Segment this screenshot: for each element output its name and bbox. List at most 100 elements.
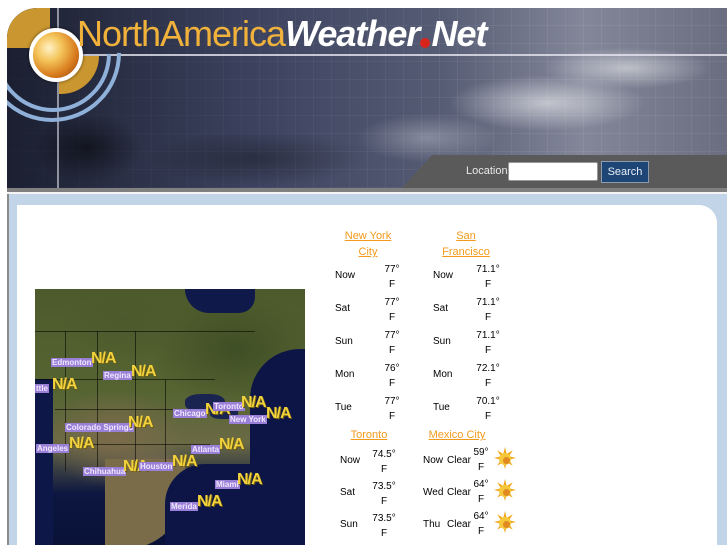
search-button[interactable]: Search [601, 161, 649, 183]
temp-value: 71.1° [476, 297, 500, 308]
forecast-condition: Clear [447, 455, 471, 466]
map-city-seattle[interactable]: ttle [35, 384, 49, 393]
globe-logo-icon [29, 28, 83, 82]
temp-unit: F [388, 312, 396, 323]
temp-unit: F [477, 494, 485, 505]
temp-unit: F [380, 528, 388, 539]
logo-red-dot [420, 38, 431, 48]
forecast-day-label: Now [340, 455, 361, 466]
forecast-temperature: 77° F [378, 295, 406, 325]
temp-unit: F [388, 411, 396, 422]
city-link-line: Francisco [442, 246, 490, 258]
temp-value: 77° [384, 396, 400, 407]
temp-value: 70.1° [476, 396, 500, 407]
forecast-temperature: 64° F [471, 477, 491, 507]
temp-value: 77° [384, 330, 400, 341]
map-value-merida: N/A [197, 493, 223, 510]
temp-value: 71.1° [476, 264, 500, 275]
forecast-day-label: Sat [335, 303, 351, 314]
temp-unit: F [477, 462, 485, 473]
forecast-day-label: Sun [340, 519, 358, 530]
forecast-temperature: 76° F [378, 361, 406, 391]
forecast-day-label: Sun [335, 336, 353, 347]
temp-value: 77° [384, 264, 400, 275]
map-city-regina[interactable]: Regina [103, 371, 132, 380]
forecast-temperature: 59° F [471, 445, 491, 475]
temp-unit: F [388, 345, 396, 356]
city-link-toronto[interactable]: Toronto [340, 427, 398, 443]
temp-unit: F [380, 496, 388, 507]
forecast-day-label: Mon [335, 369, 355, 380]
city-link-line: City [358, 246, 378, 258]
temp-value: 74.5° [372, 449, 396, 460]
map-city-toronto[interactable]: Toronto [213, 402, 245, 411]
map-value-atlanta: N/A [219, 436, 245, 453]
forecast-day-label: Thu [423, 519, 441, 530]
city-link-new-york-city[interactable]: New York City [338, 228, 398, 260]
sun-icon [494, 511, 516, 533]
temp-unit: F [380, 464, 388, 475]
forecast-temperature: 72.1° F [474, 361, 502, 391]
temp-value: 71.1° [476, 330, 500, 341]
forecast-day-label: Sun [433, 336, 451, 347]
city-link-line: San [456, 230, 476, 242]
map-city-edmonton[interactable]: Edmonton [51, 358, 93, 367]
forecast-condition: Clear [447, 519, 471, 530]
pacific-ocean [35, 379, 53, 545]
temp-unit: F [388, 378, 396, 389]
temp-unit: F [484, 279, 492, 290]
temp-value: 59° [473, 447, 489, 458]
map-city-merida[interactable]: Merida [170, 502, 198, 511]
forecast-day-label: Sat [433, 303, 449, 314]
north-america-weather-map[interactable]: Edmonton N/A Regina N/A ttle N/A Chicago… [35, 289, 305, 545]
map-city-colorado-springs[interactable]: Colorado Springs [65, 423, 135, 432]
frame-left-edge [7, 194, 9, 545]
map-value-houston: N/A [172, 453, 198, 470]
forecast-temperature: 77° F [378, 394, 406, 424]
temp-unit: F [484, 312, 492, 323]
forecast-day-label: Tue [335, 402, 352, 413]
forecast-day-label: Tue [433, 402, 450, 413]
city-link-san-francisco[interactable]: San Francisco [436, 228, 496, 260]
temp-value: 73.5° [372, 513, 396, 524]
forecast-day-label: Now [423, 455, 444, 466]
forecast-temperature: 73.5° F [370, 479, 398, 509]
forecast-day-label: Mon [433, 369, 453, 380]
map-value-new-york: N/A [266, 405, 292, 422]
forecast-temperature: 71.1° F [474, 328, 502, 358]
map-value-regina: N/A [131, 363, 157, 380]
logo-text-net: Net [431, 13, 487, 54]
logo-text-weather: Weather [285, 13, 420, 54]
location-input[interactable] [508, 162, 598, 181]
temp-value: 77° [384, 297, 400, 308]
temp-unit: F [484, 411, 492, 422]
location-label: Location [466, 165, 508, 177]
map-city-chihuahua[interactable]: Chihuahua [83, 467, 127, 476]
forecast-day-label: Wed [423, 487, 444, 498]
forecast-temperature: 77° F [378, 262, 406, 292]
sun-icon [494, 447, 516, 469]
state-border [165, 379, 166, 469]
forecast-temperature: 71.1° F [474, 295, 502, 325]
temp-value: 73.5° [372, 481, 396, 492]
site-logo[interactable]: NorthAmericaWeather Net [77, 12, 487, 56]
temp-value: 64° [473, 479, 489, 490]
map-city-houston[interactable]: Houston [139, 462, 174, 471]
map-value-colorado-springs: N/A [128, 414, 154, 431]
map-city-miami[interactable]: Miami [215, 480, 240, 489]
map-value-miami: N/A [237, 471, 263, 488]
temp-unit: F [477, 526, 485, 537]
temp-value: 64° [473, 511, 489, 522]
city-link-mexico-city[interactable]: Mexico City [424, 427, 490, 443]
map-city-chicago[interactable]: Chicago [173, 409, 207, 418]
forecast-temperature: 70.1° F [474, 394, 502, 424]
province-border [35, 331, 255, 332]
forecast-temperature: 71.1° F [474, 262, 502, 292]
logo-text-northamerica: NorthAmerica [77, 13, 286, 54]
map-city-new-york[interactable]: New York [229, 415, 267, 424]
map-city-los-angeles[interactable]: Angeles [36, 444, 70, 453]
location-search-bar: Location Search [402, 155, 727, 188]
forecast-day-label: Sat [340, 487, 356, 498]
sun-icon [494, 479, 516, 501]
map-value-toronto: N/A [241, 394, 267, 411]
